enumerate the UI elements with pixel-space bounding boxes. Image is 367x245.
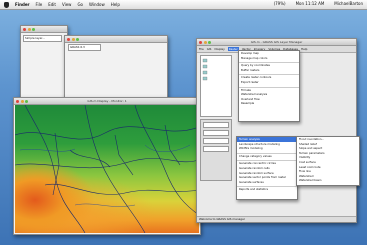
menu-edit[interactable]: Edit: [48, 2, 56, 7]
gis-menu-display[interactable]: Display: [214, 47, 224, 51]
zoom-icon[interactable]: [32, 27, 35, 31]
menu-window[interactable]: Window: [89, 2, 105, 7]
user-name: MichaelBarton: [334, 1, 363, 6]
close-icon[interactable]: [23, 27, 26, 31]
menu-bar: Finder File Edit View Go Window Help (79…: [0, 0, 367, 10]
gis-manager-title: GIS.m - GRASS GIS Layer Manager: [250, 40, 303, 44]
vector-overlay: [15, 105, 199, 233]
menu-help[interactable]: Help: [111, 2, 120, 7]
option-field[interactable]: [203, 146, 229, 152]
gis-menu-file[interactable]: File: [199, 47, 204, 51]
terrain-submenu: Flood inundation... Shaded relief Slope …: [296, 136, 360, 186]
menu-view[interactable]: View: [62, 2, 72, 7]
menubar-status: (79%) Mon 11:12 AM MichaelBarton: [268, 1, 363, 6]
layer-tree[interactable]: [200, 55, 232, 117]
map-window-titlebar[interactable]: GIS.m Display - Monitor: 1: [14, 98, 200, 105]
terrain-map[interactable]: [15, 105, 199, 233]
map-window-title: GIS.m Display - Monitor: 1: [87, 99, 127, 103]
small-window: Simple layer...: [20, 25, 68, 99]
terrain-item[interactable]: Watershed basin: [297, 178, 359, 183]
zoom-icon[interactable]: [76, 37, 79, 41]
menu-go[interactable]: Go: [77, 2, 83, 7]
menu-app[interactable]: Finder: [15, 2, 30, 7]
raster-menu: Develop map Manage map colors Query by c…: [238, 50, 300, 122]
gis-manager-titlebar[interactable]: GIS.m - GRASS GIS Layer Manager: [197, 39, 356, 46]
option-field[interactable]: [203, 138, 229, 144]
layer-tree-icons: [202, 58, 208, 81]
option-field[interactable]: [203, 122, 229, 128]
gis-menu-help[interactable]: Help: [301, 47, 307, 51]
small-window-field[interactable]: Simple layer...: [23, 35, 62, 42]
close-icon[interactable]: [67, 37, 70, 41]
small-window-titlebar[interactable]: [21, 26, 67, 33]
menu-file[interactable]: File: [36, 2, 43, 7]
mid-window: GRASS 6.3: [64, 35, 168, 99]
minimize-icon[interactable]: [71, 37, 75, 41]
menu-item[interactable]: Resample: [239, 101, 299, 106]
mid-window-titlebar[interactable]: [65, 36, 167, 43]
gis-status-bar: Welcome to GRASS GIS manager: [197, 216, 356, 222]
apple-icon[interactable]: [4, 1, 9, 8]
gis-menu-gis[interactable]: GIS: [207, 47, 212, 51]
battery-status: (79%): [273, 1, 286, 6]
map-display-window: GIS.m Display - Monitor: 1: [13, 97, 201, 235]
clock: Mon 11:12 AM: [295, 1, 325, 6]
layer-options-panel[interactable]: [200, 119, 232, 181]
raster-submenu: Terrain analysis Landscape structure mod…: [236, 136, 298, 200]
mid-window-field[interactable]: GRASS 6.3: [68, 44, 101, 51]
submenu-item[interactable]: Reports and statistics: [237, 187, 297, 192]
minimize-icon[interactable]: [27, 27, 31, 31]
option-field[interactable]: [203, 130, 229, 136]
